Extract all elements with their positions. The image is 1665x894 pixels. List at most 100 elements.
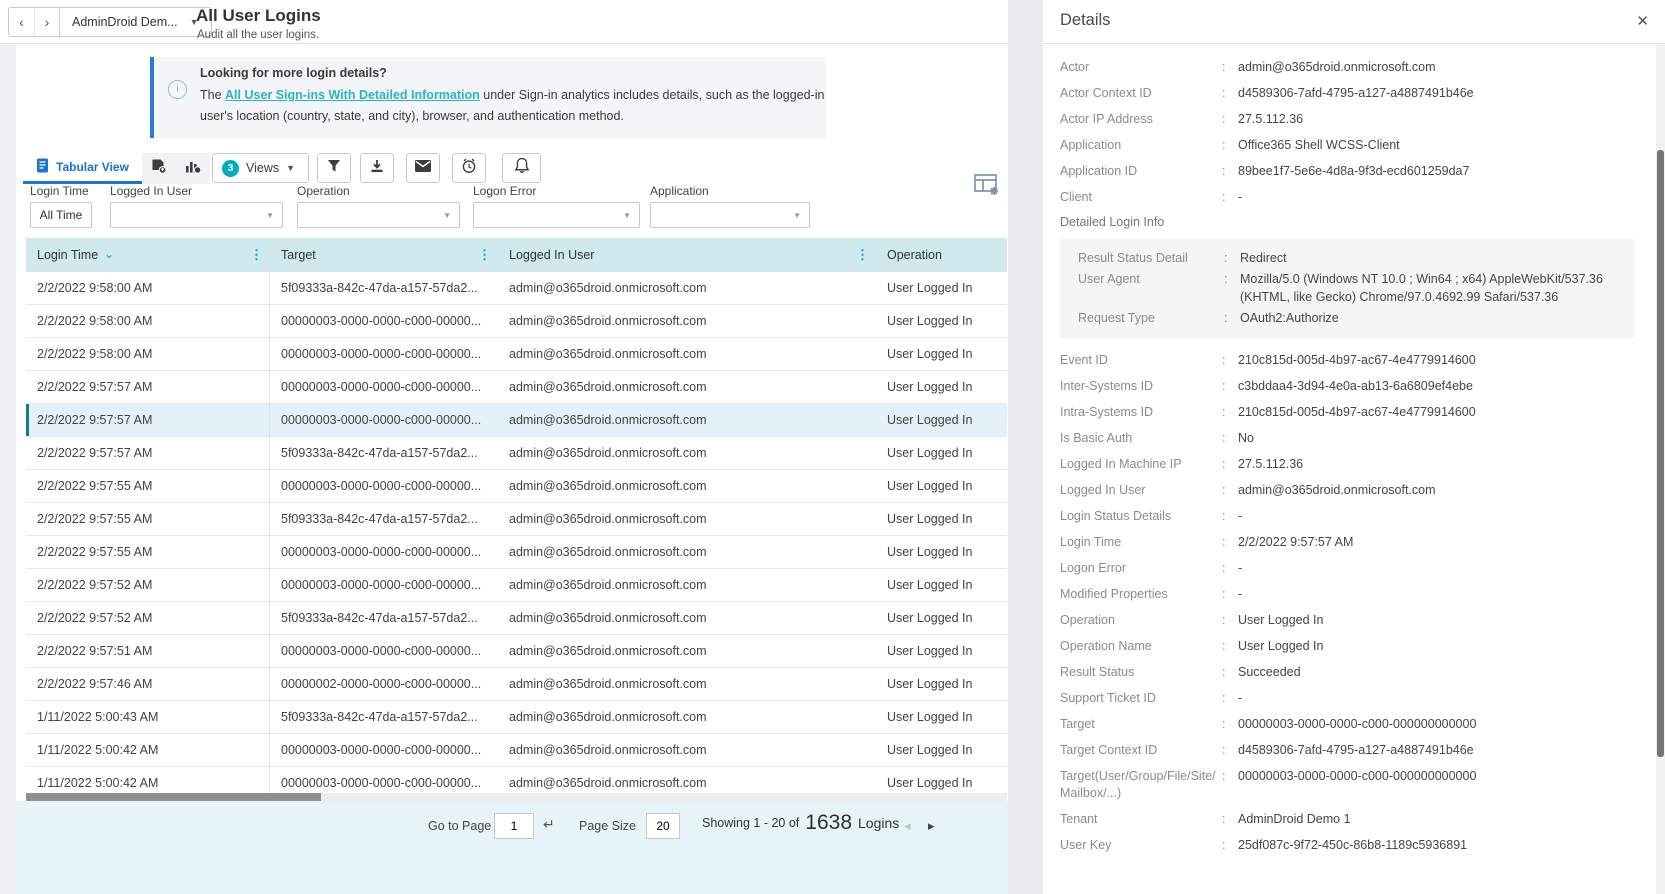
detail-field: Request Type : OAuth2:Authorize: [1078, 309, 1623, 328]
table-row[interactable]: 2/2/2022 9:57:55 AM 5f09333a-842c-47da-a…: [26, 503, 1007, 536]
next-page-button[interactable]: ▸: [928, 818, 935, 834]
detail-field: Logged In User : admin@o365droid.onmicro…: [1060, 482, 1635, 499]
table-row[interactable]: 2/2/2022 9:57:57 AM 5f09333a-842c-47da-a…: [26, 437, 1007, 470]
signin-report-link[interactable]: All User Sign-ins With Detailed Informat…: [225, 88, 480, 102]
cell-login-time: 1/11/2022 5:00:42 AM: [26, 734, 270, 766]
enter-icon[interactable]: ↵: [543, 816, 555, 833]
cell-operation: User Logged In: [876, 701, 1007, 733]
details-fields-bottom: Event ID : 210c815d-005d-4b97-ac67-4e477…: [1060, 352, 1635, 854]
detail-value: Redirect: [1240, 249, 1623, 268]
details-fields-top: Actor : admin@o365droid.onmicrosoft.com …: [1060, 59, 1635, 206]
table-row[interactable]: 2/2/2022 9:57:55 AM 00000003-0000-0000-c…: [26, 470, 1007, 503]
column-header-operation[interactable]: Operation: [876, 238, 1007, 272]
vertical-scrollbar[interactable]: [1656, 44, 1665, 894]
cell-target: 00000002-0000-0000-c000-00000...: [270, 668, 498, 700]
vertical-scrollbar-thumb[interactable]: [1657, 150, 1664, 757]
detail-field: Application : Office365 Shell WCSS-Clien…: [1060, 137, 1635, 154]
filter-button[interactable]: [317, 153, 351, 183]
cell-operation: User Logged In: [876, 371, 1007, 403]
detail-label: Target(User/Group/File/Site/Mailbox/...): [1060, 768, 1222, 802]
detail-label: Modified Properties: [1060, 586, 1222, 603]
previous-page-button[interactable]: ◂: [904, 818, 911, 834]
alert-button[interactable]: [502, 153, 541, 183]
filter-dropdown[interactable]: ▼: [110, 202, 283, 228]
cell-logged-in-user: admin@o365droid.onmicrosoft.com: [498, 371, 876, 403]
table-row[interactable]: 2/2/2022 9:57:51 AM 00000003-0000-0000-c…: [26, 635, 1007, 668]
column-header-target[interactable]: Target ⋮: [270, 238, 498, 272]
download-button[interactable]: [360, 153, 394, 183]
close-icon[interactable]: ✕: [1636, 12, 1649, 30]
filter-dropdown[interactable]: ▼: [473, 202, 640, 228]
nav-back-button[interactable]: ‹: [9, 8, 34, 36]
table-row[interactable]: 1/11/2022 5:00:42 AM 00000003-0000-0000-…: [26, 734, 1007, 767]
detail-value: 25df087c-9f72-450c-86b8-1189c5936891: [1238, 837, 1635, 854]
detail-value: Office365 Shell WCSS-Client: [1238, 137, 1635, 154]
detail-field: Modified Properties : -: [1060, 586, 1635, 603]
filter-value: All Time: [40, 208, 83, 222]
table-row[interactable]: 2/2/2022 9:57:46 AM 00000002-0000-0000-c…: [26, 668, 1007, 701]
column-header-logged-in-user[interactable]: Logged In User ⋮: [498, 238, 876, 272]
report-selector-label: AdminDroid Dem...: [72, 15, 178, 29]
column-menu-icon[interactable]: ⋮: [478, 247, 491, 263]
cell-login-time: 2/2/2022 9:57:57 AM: [26, 437, 270, 469]
cell-operation: User Logged In: [876, 734, 1007, 766]
detail-value: 210c815d-005d-4b97-ac67-4e4779914600: [1238, 352, 1635, 369]
horizontal-scrollbar-thumb[interactable]: [26, 793, 321, 801]
cell-operation: User Logged In: [876, 470, 1007, 502]
detail-value: 27.5.112.36: [1238, 456, 1635, 473]
table-row[interactable]: 2/2/2022 9:57:57 AM 00000003-0000-0000-c…: [26, 371, 1007, 404]
report-selector-dropdown[interactable]: AdminDroid Dem... ▼: [59, 8, 211, 36]
table-row[interactable]: 2/2/2022 9:57:52 AM 5f09333a-842c-47da-a…: [26, 602, 1007, 635]
page-size-input[interactable]: [646, 813, 680, 839]
schedule-button[interactable]: [452, 153, 486, 183]
filter-dropdown[interactable]: ▼: [650, 202, 810, 228]
nav-forward-button[interactable]: ›: [34, 8, 59, 36]
alert-icon: [514, 157, 530, 179]
table-row[interactable]: 2/2/2022 9:58:00 AM 5f09333a-842c-47da-a…: [26, 272, 1007, 305]
filter-dropdown[interactable]: ▼: [297, 202, 460, 228]
table-row[interactable]: 2/2/2022 9:57:52 AM 00000003-0000-0000-c…: [26, 569, 1007, 602]
filter-label: Login Time: [30, 184, 92, 198]
cell-target: 5f09333a-842c-47da-a157-57da2...: [270, 437, 498, 469]
goto-page-input[interactable]: [494, 813, 534, 839]
detail-label: Support Ticket ID: [1060, 690, 1222, 707]
logins-table: Login Time ⌄ ⋮ Target ⋮ Logged In User ⋮…: [26, 238, 1007, 801]
view-tabstrip: Tabular View: [23, 153, 210, 184]
views-dropdown-button[interactable]: 3 Views ▼: [212, 153, 309, 183]
detail-field: Support Ticket ID : -: [1060, 690, 1635, 707]
detail-label: Application ID: [1060, 163, 1222, 180]
detail-value: 00000003-0000-0000-c000-000000000000: [1238, 768, 1635, 802]
views-count-badge: 3: [222, 160, 239, 177]
column-menu-icon[interactable]: ⋮: [856, 247, 869, 263]
detail-field: Inter-Systems ID : c3bddaa4-3d94-4e0a-ab…: [1060, 378, 1635, 395]
filter-group: Operation ▼: [297, 184, 460, 228]
detail-field: Tenant : AdminDroid Demo 1: [1060, 811, 1635, 828]
detail-field: Actor IP Address : 27.5.112.36: [1060, 111, 1635, 128]
tab-export-report[interactable]: [142, 153, 176, 184]
table-row[interactable]: 2/2/2022 9:57:57 AM 00000003-0000-0000-c…: [26, 404, 1007, 437]
cell-logged-in-user: admin@o365droid.onmicrosoft.com: [498, 701, 876, 733]
column-menu-icon[interactable]: ⋮: [250, 247, 263, 263]
filter-dropdown[interactable]: All Time ▼: [30, 202, 92, 228]
cell-login-time: 2/2/2022 9:57:57 AM: [26, 404, 270, 436]
horizontal-scrollbar[interactable]: [26, 793, 1007, 801]
main-report-area: ‹ › AdminDroid Dem... ▼ All User Logins …: [0, 0, 1008, 894]
filter-icon: [327, 159, 341, 178]
table-row[interactable]: 1/11/2022 5:00:43 AM 5f09333a-842c-47da-…: [26, 701, 1007, 734]
table-row[interactable]: 2/2/2022 9:58:00 AM 00000003-0000-0000-c…: [26, 338, 1007, 371]
detail-label: Result Status Detail: [1078, 249, 1224, 268]
table-row[interactable]: 2/2/2022 9:58:00 AM 00000003-0000-0000-c…: [26, 305, 1007, 338]
cell-operation: User Logged In: [876, 569, 1007, 601]
tab-tabular-view[interactable]: Tabular View: [23, 153, 142, 184]
tab-chart-view[interactable]: [176, 153, 210, 184]
detail-label: Target: [1060, 716, 1222, 733]
pagination-footer: Go to Page ↵ Page Size Showing 1 - 20 of…: [16, 801, 1008, 894]
table-row[interactable]: 2/2/2022 9:57:55 AM 00000003-0000-0000-c…: [26, 536, 1007, 569]
detail-field: Target : 00000003-0000-0000-c000-0000000…: [1060, 716, 1635, 733]
page-title: All User Logins: [196, 6, 321, 26]
detailed-login-info-title: Detailed Login Info: [1060, 215, 1635, 229]
filter-row: Login Time All Time ▼ Logged In User ▼ O…: [0, 184, 1008, 232]
email-button[interactable]: [406, 153, 440, 183]
column-header-login-time[interactable]: Login Time ⌄ ⋮: [26, 238, 270, 272]
detail-field: Login Time : 2/2/2022 9:57:57 AM: [1060, 534, 1635, 551]
